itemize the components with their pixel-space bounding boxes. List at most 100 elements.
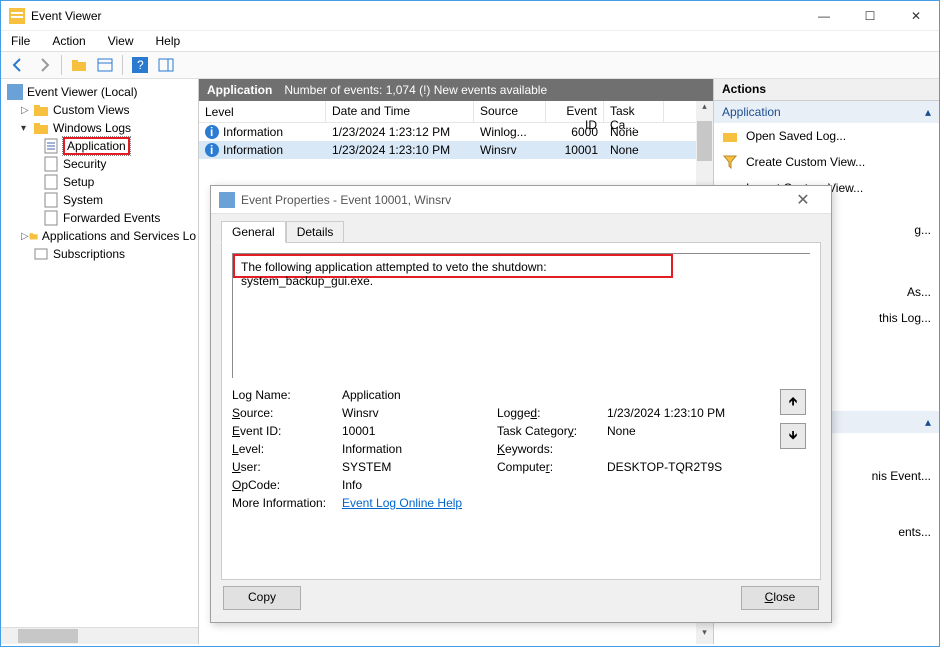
col-eventid[interactable]: Event ID (546, 101, 604, 122)
event-properties-dialog: Event Properties - Event 10001, Winsrv ✕… (210, 185, 832, 623)
tree-windows-logs[interactable]: ▾Windows Logs (3, 119, 196, 137)
value-eventid: 10001 (342, 424, 497, 438)
value-source: Winsrv (342, 406, 497, 420)
label-opcode: OpCode: (232, 478, 342, 492)
menu-view[interactable]: View (104, 32, 138, 50)
tree-forwarded[interactable]: Forwarded Events (3, 209, 196, 227)
label-eventid: Event ID: (232, 424, 342, 438)
forward-arrow-icon (36, 57, 52, 73)
tree-subscriptions[interactable]: ▷Subscriptions (3, 245, 196, 263)
label-computer: Computer: (497, 460, 607, 474)
log-icon (43, 210, 59, 226)
tree-security[interactable]: Security (3, 155, 196, 173)
folder-icon (29, 228, 38, 244)
log-icon (43, 156, 59, 172)
label-user: User: (232, 460, 342, 474)
action-open-saved-log[interactable]: Open Saved Log... (714, 123, 939, 149)
menu-help[interactable]: Help (152, 32, 185, 50)
tab-general-body: The following application attempted to v… (221, 242, 821, 580)
svg-text:?: ? (137, 58, 144, 72)
col-source[interactable]: Source (474, 101, 546, 122)
action-pane-button[interactable] (155, 54, 177, 76)
value-taskcat: None (607, 424, 767, 438)
folder-open-icon (33, 120, 49, 136)
actions-title: Actions (714, 79, 939, 101)
col-task[interactable]: Task Ca... (604, 101, 664, 122)
action-create-custom-view[interactable]: Create Custom View... (714, 149, 939, 175)
tree-system[interactable]: System (3, 191, 196, 209)
grid-header: Level Date and Time Source Event ID Task… (199, 101, 713, 123)
event-properties-grid: Log Name: Application Source: Winsrv Log… (232, 388, 810, 510)
log-icon (43, 174, 59, 190)
next-event-button[interactable]: 🡻 (780, 423, 806, 449)
value-keywords (607, 442, 767, 456)
value-logged: 1/23/2024 1:23:10 PM (607, 406, 767, 420)
event-row-selected[interactable]: iInformation 1/23/2024 1:23:10 PM Winsrv… (199, 141, 713, 159)
tree-hscrollbar[interactable] (1, 627, 198, 644)
label-moreinfo: More Information: (232, 496, 342, 510)
log-icon (43, 138, 59, 154)
actions-section-application[interactable]: Application▴ (714, 101, 939, 123)
info-icon: i (205, 125, 219, 139)
properties-button[interactable] (94, 54, 116, 76)
grid-rows: iInformation 1/23/2024 1:23:12 PM Winlog… (199, 123, 713, 159)
log-icon (43, 192, 59, 208)
value-user: SYSTEM (342, 460, 497, 474)
event-row[interactable]: iInformation 1/23/2024 1:23:12 PM Winlog… (199, 123, 713, 141)
menu-file[interactable]: File (7, 32, 34, 50)
back-arrow-icon (10, 57, 26, 73)
value-level: Information (342, 442, 497, 456)
event-list-header: Application Number of events: 1,074 (!) … (199, 79, 713, 101)
help-icon: ? (132, 57, 148, 73)
tree-application[interactable]: Application (3, 137, 196, 155)
tab-details[interactable]: Details (286, 221, 345, 243)
maximize-button[interactable]: ☐ (847, 1, 893, 31)
collapse-icon: ▴ (925, 415, 931, 429)
value-computer: DESKTOP-TQR2T9S (607, 460, 767, 474)
value-logname: Application (342, 388, 497, 402)
show-hide-tree-button[interactable] (68, 54, 90, 76)
prev-event-button[interactable]: 🡹 (780, 389, 806, 415)
label-logname: Log Name: (232, 388, 342, 402)
pane-icon (97, 57, 113, 73)
copy-button[interactable]: Copy (223, 586, 301, 610)
tree-root[interactable]: Event Viewer (Local) (3, 83, 196, 101)
folder-icon (71, 57, 87, 73)
col-level[interactable]: Level (199, 101, 326, 122)
app-icon (9, 8, 25, 24)
filter-icon (722, 154, 738, 170)
toolbar: ? (1, 51, 939, 79)
tab-general[interactable]: General (221, 221, 286, 243)
tree-custom-views[interactable]: ▷Custom Views (3, 101, 196, 119)
tree-apps-services[interactable]: ▷Applications and Services Lo (3, 227, 196, 245)
value-opcode: Info (342, 478, 497, 492)
dialog-icon (219, 192, 235, 208)
svg-text:i: i (210, 125, 213, 139)
close-button[interactable]: Close (741, 586, 819, 610)
back-button[interactable] (7, 54, 29, 76)
label-source: Source: (232, 406, 342, 420)
navigation-tree: Event Viewer (Local) ▷Custom Views ▾Wind… (1, 79, 199, 644)
event-log-online-help-link[interactable]: Event Log Online Help (342, 496, 462, 510)
dialog-title: Event Properties - Event 10001, Winsrv (241, 193, 783, 207)
col-date[interactable]: Date and Time (326, 101, 474, 122)
info-icon: i (205, 143, 219, 157)
label-level: Level: (232, 442, 342, 456)
minimize-button[interactable]: — (801, 1, 847, 31)
subscriptions-icon (33, 246, 49, 262)
label-keywords: Keywords: (497, 442, 607, 456)
menu-action[interactable]: Action (48, 32, 89, 50)
tree-setup[interactable]: Setup (3, 173, 196, 191)
event-message-text[interactable]: The following application attempted to v… (241, 260, 547, 288)
dialog-close-button[interactable]: ✕ (783, 186, 823, 214)
help-button[interactable]: ? (129, 54, 151, 76)
folder-icon (33, 102, 49, 118)
svg-text:i: i (210, 143, 213, 157)
dialog-tabstrip: General Details (221, 220, 821, 242)
titlebar[interactable]: Event Viewer — ☐ ✕ (1, 1, 939, 31)
close-button[interactable]: ✕ (893, 1, 939, 31)
list-count: Number of events: 1,074 (!) New events a… (284, 83, 547, 97)
window-title: Event Viewer (31, 9, 801, 23)
dialog-titlebar[interactable]: Event Properties - Event 10001, Winsrv ✕ (211, 186, 831, 214)
forward-button[interactable] (33, 54, 55, 76)
